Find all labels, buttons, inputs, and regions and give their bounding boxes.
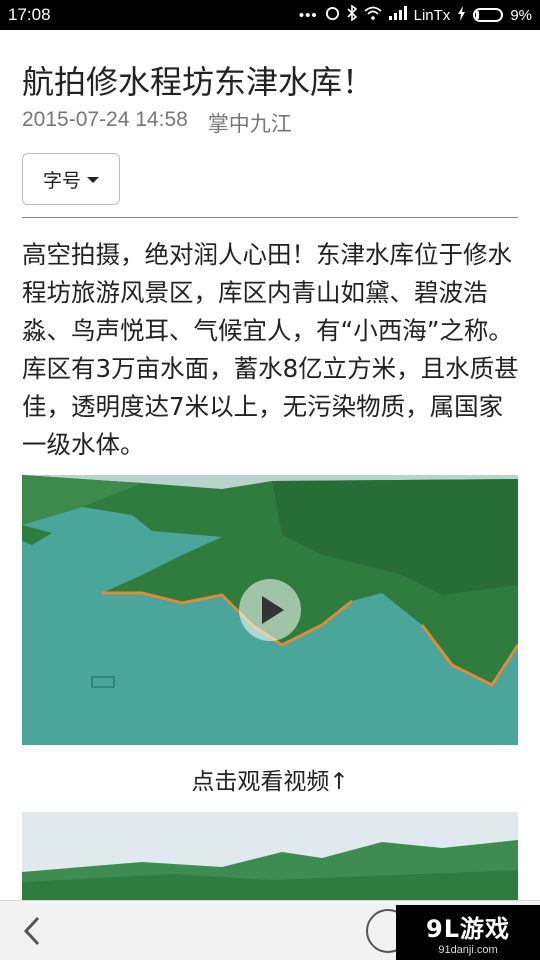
article-datetime: 2015-07-24 14:58: [22, 108, 188, 131]
wifi-icon: [364, 6, 382, 24]
signal-icon: [388, 6, 407, 24]
sync-icon: [325, 6, 340, 25]
status-bar: 17:08 ••• LinTx 9%: [0, 0, 540, 30]
back-button[interactable]: [12, 909, 52, 953]
article-title: 航拍修水程坊东津水库！: [22, 63, 375, 101]
bluetooth-icon: [347, 4, 357, 25]
watermark-url: 91danji.com: [438, 944, 498, 956]
article-paragraph: 高空拍摄，绝对润人心田！东津水库位于修水程坊旅游风景区，库区内青山如黛、碧波浩淼…: [22, 240, 519, 459]
font-size-button[interactable]: 字号: [22, 153, 120, 205]
article-meta: 2015-07-24 14:58 掌中九江: [22, 108, 292, 138]
chevron-left-icon: [23, 916, 40, 946]
battery-percent: 9%: [510, 6, 532, 24]
battery-icon: [473, 8, 504, 22]
charging-icon: [457, 5, 466, 25]
article-source: 掌中九江: [207, 113, 292, 136]
status-time: 17:08: [8, 5, 51, 24]
carrier-label: LinTx: [413, 6, 451, 24]
video-caption: 点击观看视频↑: [191, 769, 349, 795]
caret-down-icon: [87, 177, 99, 183]
video-thumbnail[interactable]: [22, 475, 518, 745]
play-icon: [262, 596, 284, 624]
watermark-logo: 9L游戏 91danji.com: [396, 905, 540, 960]
notification-dots-icon: •••: [298, 6, 318, 24]
status-icons: ••• LinTx 9%: [298, 4, 532, 25]
reservoir-photo: [22, 812, 518, 902]
header-divider: [22, 217, 518, 218]
font-size-label: 字号: [42, 169, 81, 192]
watermark-brand: 9L游戏: [426, 915, 510, 943]
play-button[interactable]: [239, 579, 301, 641]
